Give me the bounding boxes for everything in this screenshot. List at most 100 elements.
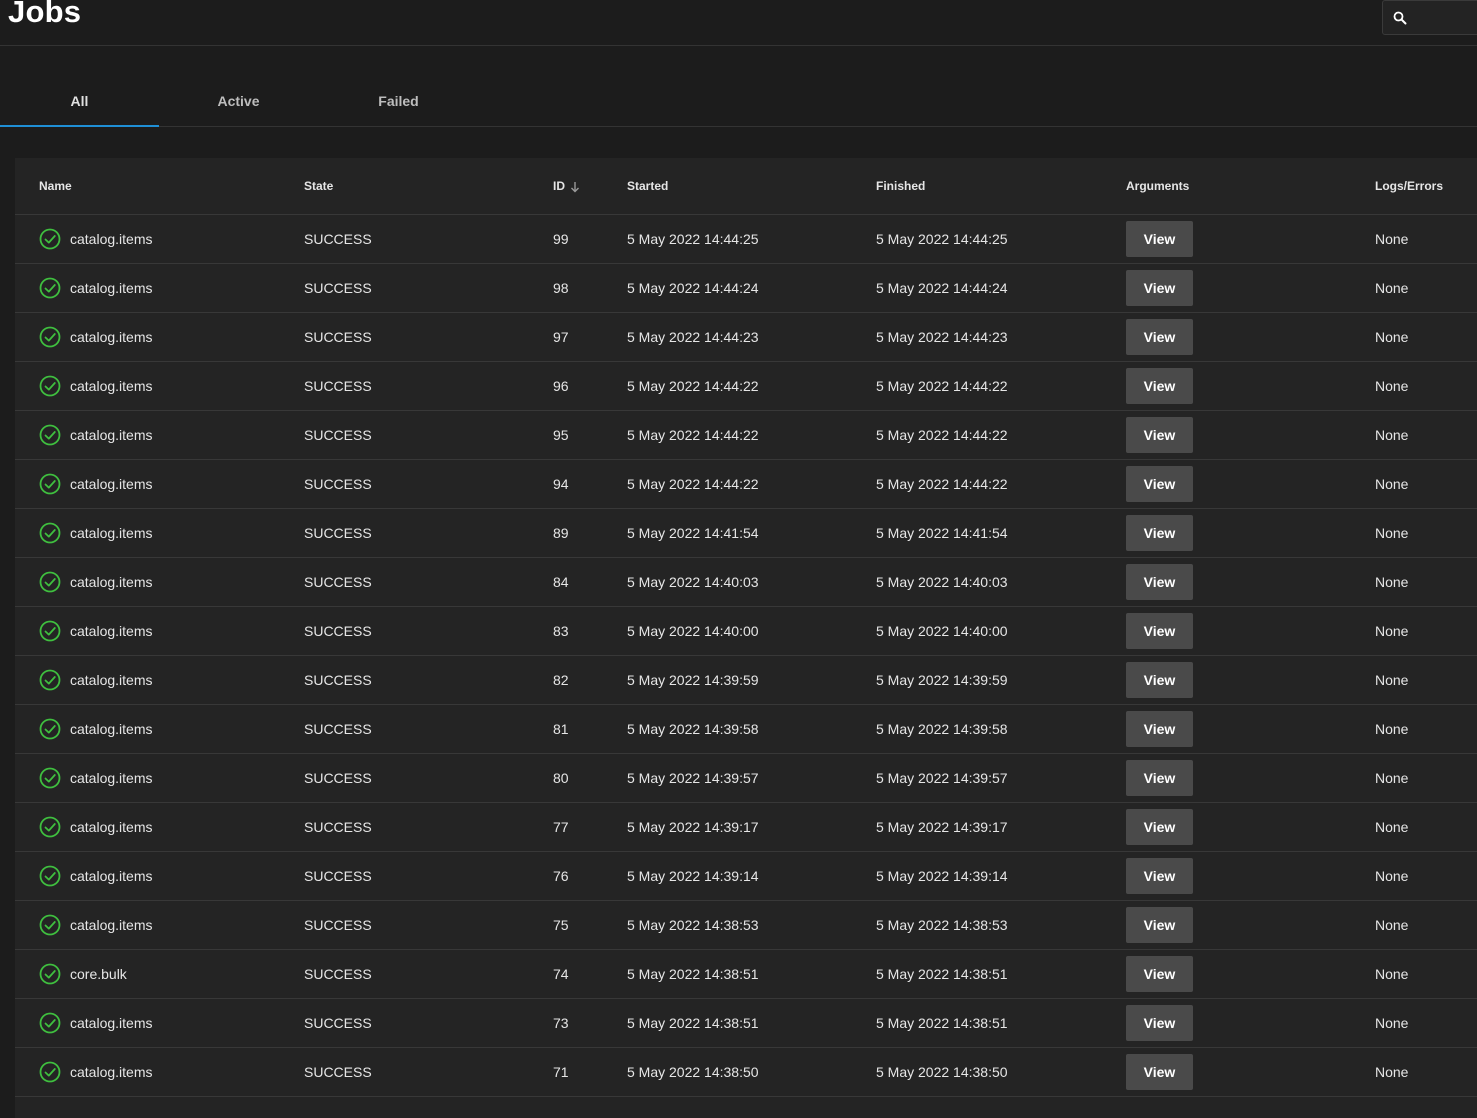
view-arguments-button[interactable]: View: [1126, 466, 1193, 502]
job-name: catalog.items: [70, 917, 153, 933]
column-header-name[interactable]: Name: [39, 158, 72, 214]
job-logs: None: [1375, 721, 1409, 737]
table-row[interactable]: catalog.items SUCCESS 71 5 May 2022 14:38:5…: [15, 1048, 1477, 1097]
job-name: catalog.items: [70, 1064, 153, 1080]
job-logs: None: [1375, 819, 1409, 835]
job-id: 82: [553, 672, 569, 688]
job-state: SUCCESS: [304, 329, 372, 345]
job-finished: 5 May 2022 14:44:25: [876, 231, 1008, 247]
view-arguments-button[interactable]: View: [1126, 368, 1193, 404]
job-name-cell: catalog.items: [39, 509, 152, 557]
job-state: SUCCESS: [304, 1015, 372, 1031]
job-finished: 5 May 2022 14:44:22: [876, 378, 1008, 394]
column-header-id[interactable]: ID: [553, 158, 581, 214]
column-header-started[interactable]: Started: [627, 158, 668, 214]
job-name-cell: catalog.items: [39, 215, 152, 263]
job-finished: 5 May 2022 14:39:59: [876, 672, 1008, 688]
job-started: 5 May 2022 14:44:23: [627, 329, 759, 345]
column-header-id-label: ID: [553, 179, 565, 193]
job-state: SUCCESS: [304, 868, 372, 884]
job-arguments-cell: View: [1126, 558, 1193, 606]
job-logs: None: [1375, 623, 1409, 639]
job-name-cell: catalog.items: [39, 705, 152, 753]
table-row[interactable]: catalog.items SUCCESS 73 5 May 2022 14:38:5…: [15, 999, 1477, 1048]
view-arguments-button[interactable]: View: [1126, 613, 1193, 649]
tab-active[interactable]: Active: [159, 76, 318, 126]
job-finished: 5 May 2022 14:44:22: [876, 476, 1008, 492]
table-row[interactable]: catalog.items SUCCESS 75 5 May 2022 14:38:5…: [15, 901, 1477, 950]
job-arguments-cell: View: [1126, 607, 1193, 655]
column-header-finished[interactable]: Finished: [876, 158, 925, 214]
tab-all[interactable]: All: [0, 76, 159, 127]
table-row[interactable]: catalog.items SUCCESS 84 5 May 2022 14:40:0…: [15, 558, 1477, 607]
job-id: 89: [553, 525, 569, 541]
job-id: 73: [553, 1015, 569, 1031]
table-row[interactable]: catalog.items SUCCESS 82 5 May 2022 14:39:5…: [15, 656, 1477, 705]
job-started: 5 May 2022 14:39:17: [627, 819, 759, 835]
job-id: 98: [553, 280, 569, 296]
view-arguments-button[interactable]: View: [1126, 319, 1193, 355]
job-arguments-cell: View: [1126, 656, 1193, 704]
job-name: catalog.items: [70, 672, 153, 688]
job-state: SUCCESS: [304, 525, 372, 541]
job-id: 97: [553, 329, 569, 345]
job-name-cell: catalog.items: [39, 656, 152, 704]
job-started: 5 May 2022 14:40:00: [627, 623, 759, 639]
table-row[interactable]: catalog.items SUCCESS 81 5 May 2022 14:39:5…: [15, 705, 1477, 754]
job-finished: 5 May 2022 14:38:50: [876, 1064, 1008, 1080]
table-row[interactable]: catalog.items SUCCESS 99 5 May 2022 14:44:2…: [15, 215, 1477, 264]
job-name: catalog.items: [70, 476, 153, 492]
table-row[interactable]: catalog.items SUCCESS 94 5 May 2022 14:44:2…: [15, 460, 1477, 509]
job-state: SUCCESS: [304, 427, 372, 443]
job-started: 5 May 2022 14:38:51: [627, 1015, 759, 1031]
table-header: Name State ID Started Finished Arguments…: [15, 158, 1477, 215]
job-logs: None: [1375, 574, 1409, 590]
job-arguments-cell: View: [1126, 901, 1193, 949]
view-arguments-button[interactable]: View: [1126, 270, 1193, 306]
table-row[interactable]: catalog.items SUCCESS 89 5 May 2022 14:41:5…: [15, 509, 1477, 558]
job-name: catalog.items: [70, 329, 153, 345]
check-circle-icon: [39, 522, 61, 544]
table-row[interactable]: catalog.items SUCCESS 95 5 May 2022 14:44:2…: [15, 411, 1477, 460]
table-row[interactable]: catalog.items SUCCESS 96 5 May 2022 14:44:2…: [15, 362, 1477, 411]
job-started: 5 May 2022 14:40:03: [627, 574, 759, 590]
view-arguments-button[interactable]: View: [1126, 515, 1193, 551]
view-arguments-button[interactable]: View: [1126, 711, 1193, 747]
job-id: 96: [553, 378, 569, 394]
check-circle-icon: [39, 718, 61, 740]
view-arguments-button[interactable]: View: [1126, 221, 1193, 257]
column-header-state[interactable]: State: [304, 158, 333, 214]
table-row[interactable]: catalog.items SUCCESS 97 5 May 2022 14:44:2…: [15, 313, 1477, 362]
view-arguments-button[interactable]: View: [1126, 760, 1193, 796]
job-id: 76: [553, 868, 569, 884]
view-arguments-button[interactable]: View: [1126, 662, 1193, 698]
check-circle-icon: [39, 326, 61, 348]
table-row[interactable]: core.bulk SUCCESS 74 5 May 2022 14:38:51 5 M…: [15, 950, 1477, 999]
tab-failed[interactable]: Failed: [319, 76, 478, 126]
view-arguments-button[interactable]: View: [1126, 809, 1193, 845]
job-logs: None: [1375, 770, 1409, 786]
search-input[interactable]: [1382, 0, 1477, 35]
job-state: SUCCESS: [304, 476, 372, 492]
table-row[interactable]: catalog.items SUCCESS 76 5 May 2022 14:39:1…: [15, 852, 1477, 901]
job-started: 5 May 2022 14:44:22: [627, 427, 759, 443]
view-arguments-button[interactable]: View: [1126, 564, 1193, 600]
check-circle-icon: [39, 620, 61, 642]
view-arguments-button[interactable]: View: [1126, 1005, 1193, 1041]
view-arguments-button[interactable]: View: [1126, 907, 1193, 943]
view-arguments-button[interactable]: View: [1126, 417, 1193, 453]
table-row[interactable]: catalog.items SUCCESS 77 5 May 2022 14:39:1…: [15, 803, 1477, 852]
view-arguments-button[interactable]: View: [1126, 956, 1193, 992]
job-arguments-cell: View: [1126, 215, 1193, 263]
table-row[interactable]: catalog.items SUCCESS 98 5 May 2022 14:44:2…: [15, 264, 1477, 313]
jobs-table: Name State ID Started Finished Arguments…: [15, 158, 1477, 1118]
table-row[interactable]: catalog.items SUCCESS 83 5 May 2022 14:40:0…: [15, 607, 1477, 656]
view-arguments-button[interactable]: View: [1126, 858, 1193, 894]
job-logs: None: [1375, 378, 1409, 394]
check-circle-icon: [39, 865, 61, 887]
job-arguments-cell: View: [1126, 999, 1193, 1047]
job-state: SUCCESS: [304, 378, 372, 394]
table-row[interactable]: catalog.items SUCCESS 80 5 May 2022 14:39:5…: [15, 754, 1477, 803]
view-arguments-button[interactable]: View: [1126, 1054, 1193, 1090]
job-name: catalog.items: [70, 574, 153, 590]
